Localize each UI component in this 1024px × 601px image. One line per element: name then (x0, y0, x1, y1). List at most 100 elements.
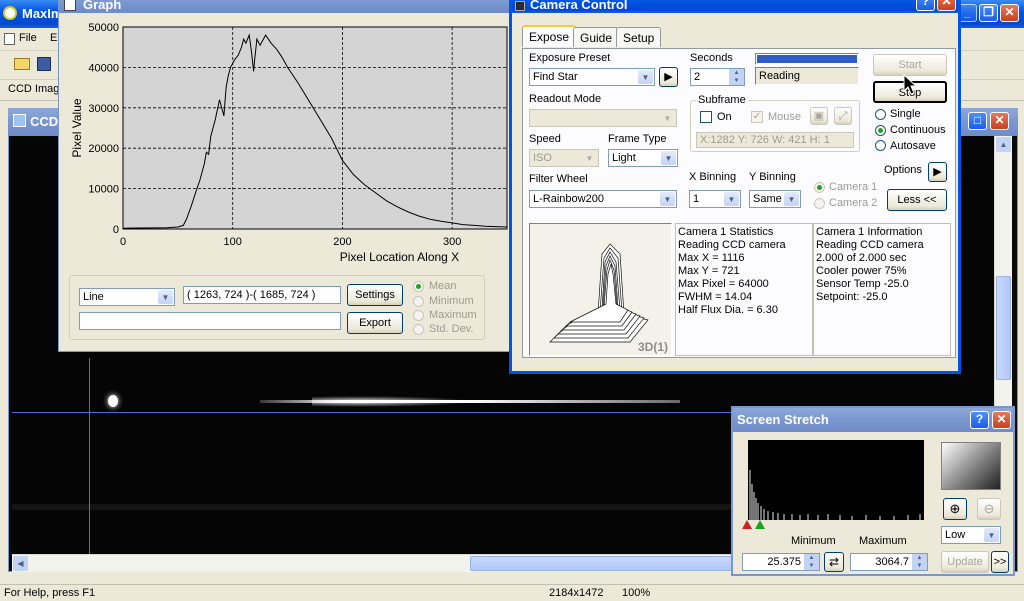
stretch-level-select[interactable]: Low ▼ (941, 526, 1001, 544)
frame-type-select[interactable]: Light ▼ (608, 149, 678, 167)
subframe-mouse-checkbox[interactable]: ✓ (751, 111, 763, 123)
graph-settings-button[interactable]: Settings (347, 284, 403, 306)
open-folder-icon[interactable] (14, 58, 30, 70)
preview-label: 3D(1) (638, 340, 669, 354)
camera-close-button[interactable]: ✕ (937, 0, 956, 11)
y-tick-label: 0 (113, 224, 119, 236)
reading-status-text: Reading (759, 70, 800, 82)
x-tick-label: 300 (443, 236, 461, 248)
camera1-label: Camera 1 (829, 181, 878, 193)
chevron-down-icon: ▼ (784, 192, 799, 206)
min-marker-icon[interactable] (742, 520, 752, 529)
tab-expose[interactable]: Expose (522, 25, 577, 47)
main-close-button[interactable]: ✕ (1000, 4, 1019, 22)
stats-line: Half Flux Dia. = 6.30 (678, 304, 778, 316)
y-binning-select[interactable]: Same ▼ (749, 190, 801, 208)
main-restore-button[interactable]: ❐ (979, 4, 998, 22)
x-binning-value: 1 (693, 193, 700, 205)
star-streak-glow (312, 396, 472, 407)
camera-titlebar: Camera Control (512, 0, 958, 13)
stretch-close-button[interactable]: ✕ (992, 411, 1011, 429)
readout-mode-label: Readout Mode (529, 93, 602, 105)
less-button[interactable]: Less << (887, 189, 947, 211)
camera2-radio[interactable] (814, 198, 825, 209)
stats-line: Reading CCD camera (678, 239, 786, 251)
camera-stats-panel: Camera 1 Statistics Reading CCD camera M… (675, 223, 813, 356)
graph-radio-stddev-label: Std. Dev. (429, 323, 474, 335)
minimum-label: Minimum (791, 535, 836, 547)
histogram-plot (749, 470, 921, 520)
graph-status-field (79, 312, 341, 330)
graph-radio-stddev[interactable] (413, 324, 424, 335)
maximum-spinner[interactable]: ▲ ▼ (912, 554, 927, 570)
ccd-vscroll-up[interactable]: ▲ (996, 137, 1011, 152)
subframe-full-icon[interactable]: ⤢ (834, 107, 852, 125)
zoom-in-icon[interactable]: ⊕ (943, 498, 967, 520)
info-line: Camera 1 Information (816, 226, 923, 238)
ccd-close-button[interactable]: ✕ (990, 112, 1009, 130)
graph-radio-maximum[interactable] (413, 310, 424, 321)
ccd-vscroll-thumb[interactable] (996, 276, 1011, 380)
x-tick-label: 200 (333, 236, 351, 248)
swap-icon[interactable]: ⇄ (824, 552, 844, 572)
subframe-on-label: On (717, 111, 732, 123)
ccd-hscroll-thumb[interactable] (470, 556, 770, 571)
graph-export-button[interactable]: Export (347, 312, 403, 334)
options-label: Options (884, 164, 922, 176)
menu-edit[interactable]: E (50, 32, 57, 44)
camera1-radio[interactable] (814, 182, 825, 193)
camera-control-window: Camera Control ? ✕ Expose Guide Setup Ex… (509, 0, 961, 374)
y-tick-label: 10000 (88, 184, 119, 196)
graph-plot[interactable]: 0 100 200 300 0 10000 20000 30000 40000 50000 Pixe… (67, 19, 511, 271)
menu-file[interactable]: File (19, 32, 37, 44)
ccd-maximize-button[interactable]: □ (968, 112, 987, 130)
autosave-label: Autosave (890, 140, 936, 152)
stretch-help-button[interactable]: ? (970, 411, 989, 429)
seconds-spinner[interactable]: ▲ ▼ (729, 69, 744, 85)
star-3d-preview[interactable]: 3D(1) (529, 223, 672, 356)
info-line: Reading CCD camera (816, 239, 924, 251)
x-binning-select[interactable]: 1 ▼ (689, 190, 741, 208)
single-radio[interactable] (875, 109, 886, 120)
speed-select[interactable]: ISO ▼ (529, 149, 599, 167)
continuous-radio[interactable] (875, 125, 886, 136)
save-disk-icon[interactable] (37, 57, 51, 71)
graph-radio-minimum[interactable] (413, 296, 424, 307)
chevron-down-icon: ▼ (582, 151, 597, 165)
zoom-out-icon[interactable]: ⊖ (977, 498, 1001, 520)
x-tick-label: 100 (224, 236, 242, 248)
stretch-histogram[interactable] (748, 440, 924, 520)
graph-coords-field[interactable]: ( 1263, 724 )-( 1685, 724 ) (183, 286, 341, 304)
subframe-select-icon[interactable]: ▣ (810, 107, 828, 125)
max-marker-icon[interactable] (755, 520, 765, 529)
filter-wheel-label: Filter Wheel (529, 173, 588, 185)
ccd-hscroll-left[interactable]: ◀ (13, 556, 28, 571)
plot-area (122, 26, 508, 230)
y-tick-label: 20000 (88, 143, 119, 155)
more-button[interactable]: >> (991, 551, 1009, 573)
chevron-down-icon: ▼ (724, 192, 739, 206)
subframe-label: Subframe (696, 94, 748, 106)
update-button[interactable]: Update (941, 551, 989, 573)
chevron-down-icon: ▼ (661, 151, 676, 165)
filter-wheel-select[interactable]: L-Rainbow200 ▼ (529, 190, 677, 208)
info-line: 2.000 of 2.000 sec (816, 252, 907, 264)
options-button[interactable]: ▶ (928, 162, 947, 182)
minimum-spinner[interactable]: ▲ ▼ (804, 554, 819, 570)
subframe-on-checkbox[interactable] (700, 111, 712, 123)
camera-help-button[interactable]: ? (916, 0, 935, 11)
start-button[interactable]: Start (873, 54, 947, 76)
tab-setup[interactable]: Setup (616, 27, 662, 47)
stats-line: Max Pixel = 64000 (678, 278, 769, 290)
graph-mode-select[interactable]: Line ▼ (79, 288, 175, 306)
chevron-down-icon: ▼ (660, 192, 675, 206)
exposure-preset-menu-button[interactable]: ▶ (659, 67, 678, 87)
readout-mode-select[interactable]: ▼ (529, 109, 677, 127)
document-tab[interactable]: CCD Imag (8, 83, 59, 95)
graph-radio-mean[interactable] (413, 281, 424, 292)
tab-guide[interactable]: Guide (573, 27, 620, 47)
autosave-checkbox[interactable] (875, 140, 886, 151)
exposure-preset-select[interactable]: Find Star ▼ (529, 68, 655, 86)
crosshair-vertical (89, 358, 90, 554)
x-axis-label: Pixel Location Along X (340, 250, 459, 264)
